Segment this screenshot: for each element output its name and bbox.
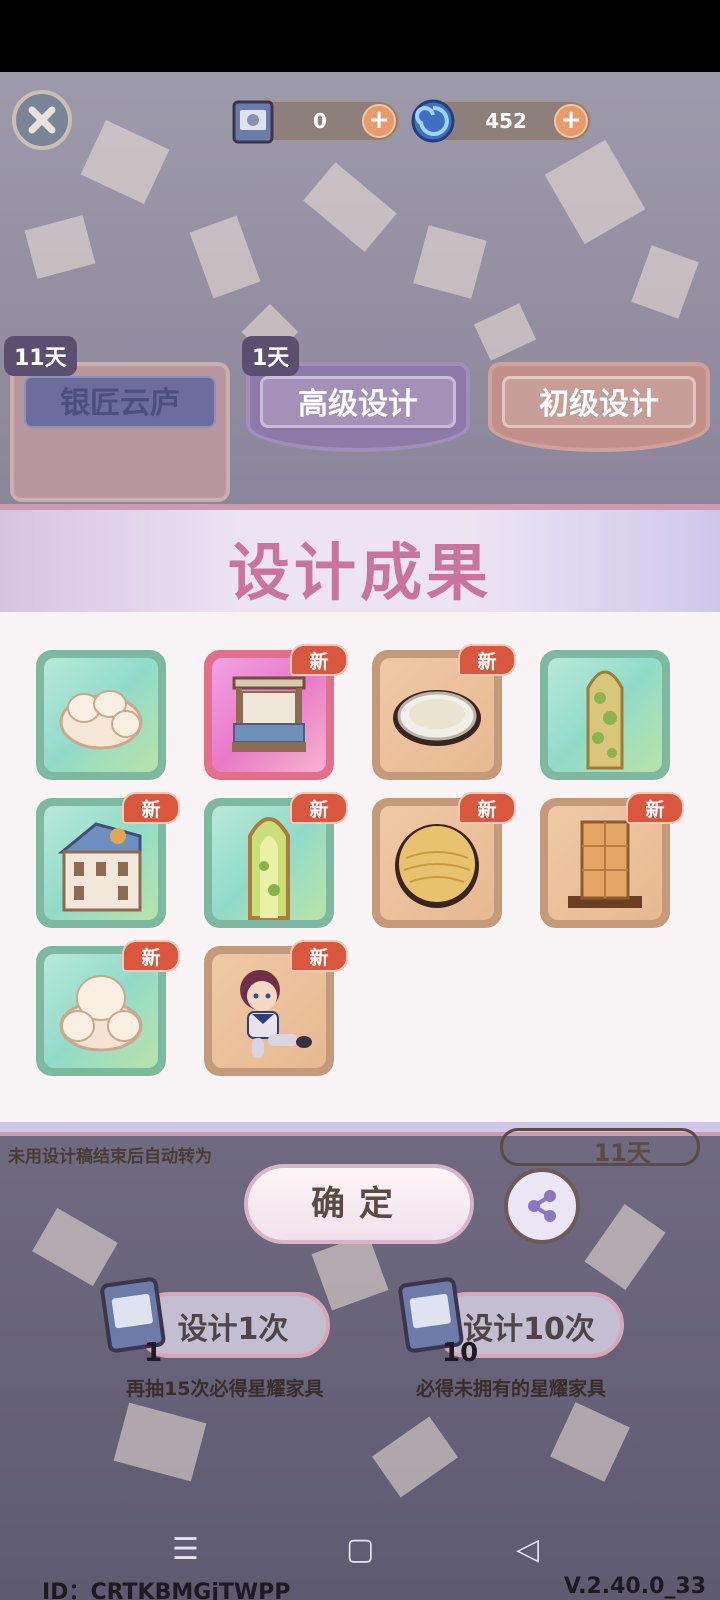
draw-once-label: 设计1次 [177,1312,289,1347]
ticket-count: 0 [313,109,327,133]
home-icon[interactable]: ▢ [346,1532,374,1567]
banner-tab-basic[interactable]: 初级设计 [488,362,710,452]
result-item[interactable]: 新 [204,792,348,928]
new-badge: 新 [290,792,348,824]
blue-swirl-icon [411,99,455,143]
result-item[interactable]: 新 [372,644,516,780]
share-button[interactable] [504,1168,580,1244]
bg-shard [584,1203,666,1291]
bg-shard [631,245,699,319]
design-results-modal: 设计成果 新 新 新 新 新 新 新 新 [0,504,720,1136]
result-item[interactable]: 新 [36,940,180,1076]
bg-shard [80,120,170,204]
bg-shard [371,1416,459,1498]
new-badge: 新 [458,792,516,824]
banner-label: 初级设计 [502,376,696,428]
result-item[interactable]: 新 [540,792,684,928]
result-item[interactable]: 新 [204,940,348,1076]
draw-ten-label: 设计10次 [463,1312,595,1347]
banner-tab-silversmith[interactable]: 银匠云庐 [10,362,230,502]
draw-once-hint: 再抽15次必得星耀家具 [126,1378,324,1400]
new-badge: 新 [290,940,348,972]
new-badge: 新 [626,792,684,824]
add-swirl-button[interactable]: + [554,104,588,138]
draw-ten-hint: 必得未拥有的星耀家具 [416,1378,607,1400]
close-icon [28,106,56,134]
vine-arch-icon [586,670,624,770]
banner-days-badge: 11天 [4,336,77,376]
bg-shard [24,215,96,279]
new-badge: 新 [458,644,516,676]
days-remaining: 11天 [593,1139,651,1167]
new-badge: 新 [122,940,180,972]
bg-shard [413,225,487,299]
result-item[interactable]: 新 [372,792,516,928]
days-remaining-pill: 11天 [500,1128,700,1167]
new-badge: 新 [122,792,180,824]
modal-title: 设计成果 [227,536,492,609]
result-item[interactable]: 新 [36,792,180,928]
result-item[interactable] [36,650,166,780]
design-ticket-icon [232,100,274,144]
new-badge: 新 [290,644,348,676]
banner-label: 高级设计 [260,376,456,428]
item-art [548,658,662,772]
close-button[interactable] [12,90,72,150]
bg-shard [550,1402,630,1482]
confirm-button[interactable]: 确定 [244,1164,474,1244]
back-icon[interactable]: ◁ [516,1532,539,1567]
draw-ten-button[interactable]: 10 设计10次 [398,1277,624,1368]
swirl-count: 452 [485,109,527,133]
bg-shard [303,162,397,252]
result-item[interactable]: 新 [204,644,348,780]
add-ticket-button[interactable]: + [362,104,396,138]
item-art [44,658,158,772]
bg-shard [473,303,537,361]
pool-note: 未用设计稿结束后自动转为 [8,1147,212,1167]
recent-apps-icon[interactable]: ☰ [172,1532,199,1567]
result-item[interactable] [540,650,670,780]
version-label: V.2.40.0_33 [563,1574,706,1599]
share-icon [528,1190,556,1222]
bg-shard [113,1402,207,1482]
cushion-icon [59,690,143,750]
game-screen: 0 + 452 + 银匠云庐 11天 高级设计 1天 初级设计 设计成果 新 新… [0,72,720,1600]
status-bar [0,0,720,72]
banner-label: 银匠云庐 [24,376,216,428]
bg-shard [32,1207,118,1287]
bg-shard [544,139,646,245]
swirl-currency: 452 + [411,99,592,143]
bg-shard [311,1233,389,1311]
player-id: ID：CRTKBMGjTWPP [42,1580,291,1600]
modal-header: 设计成果 [0,504,720,612]
bg-shard [189,215,261,299]
draw-once-button[interactable]: 1 设计1次 [100,1277,330,1368]
banner-days-badge: 1天 [242,336,300,376]
ticket-currency: 0 + [232,100,400,144]
